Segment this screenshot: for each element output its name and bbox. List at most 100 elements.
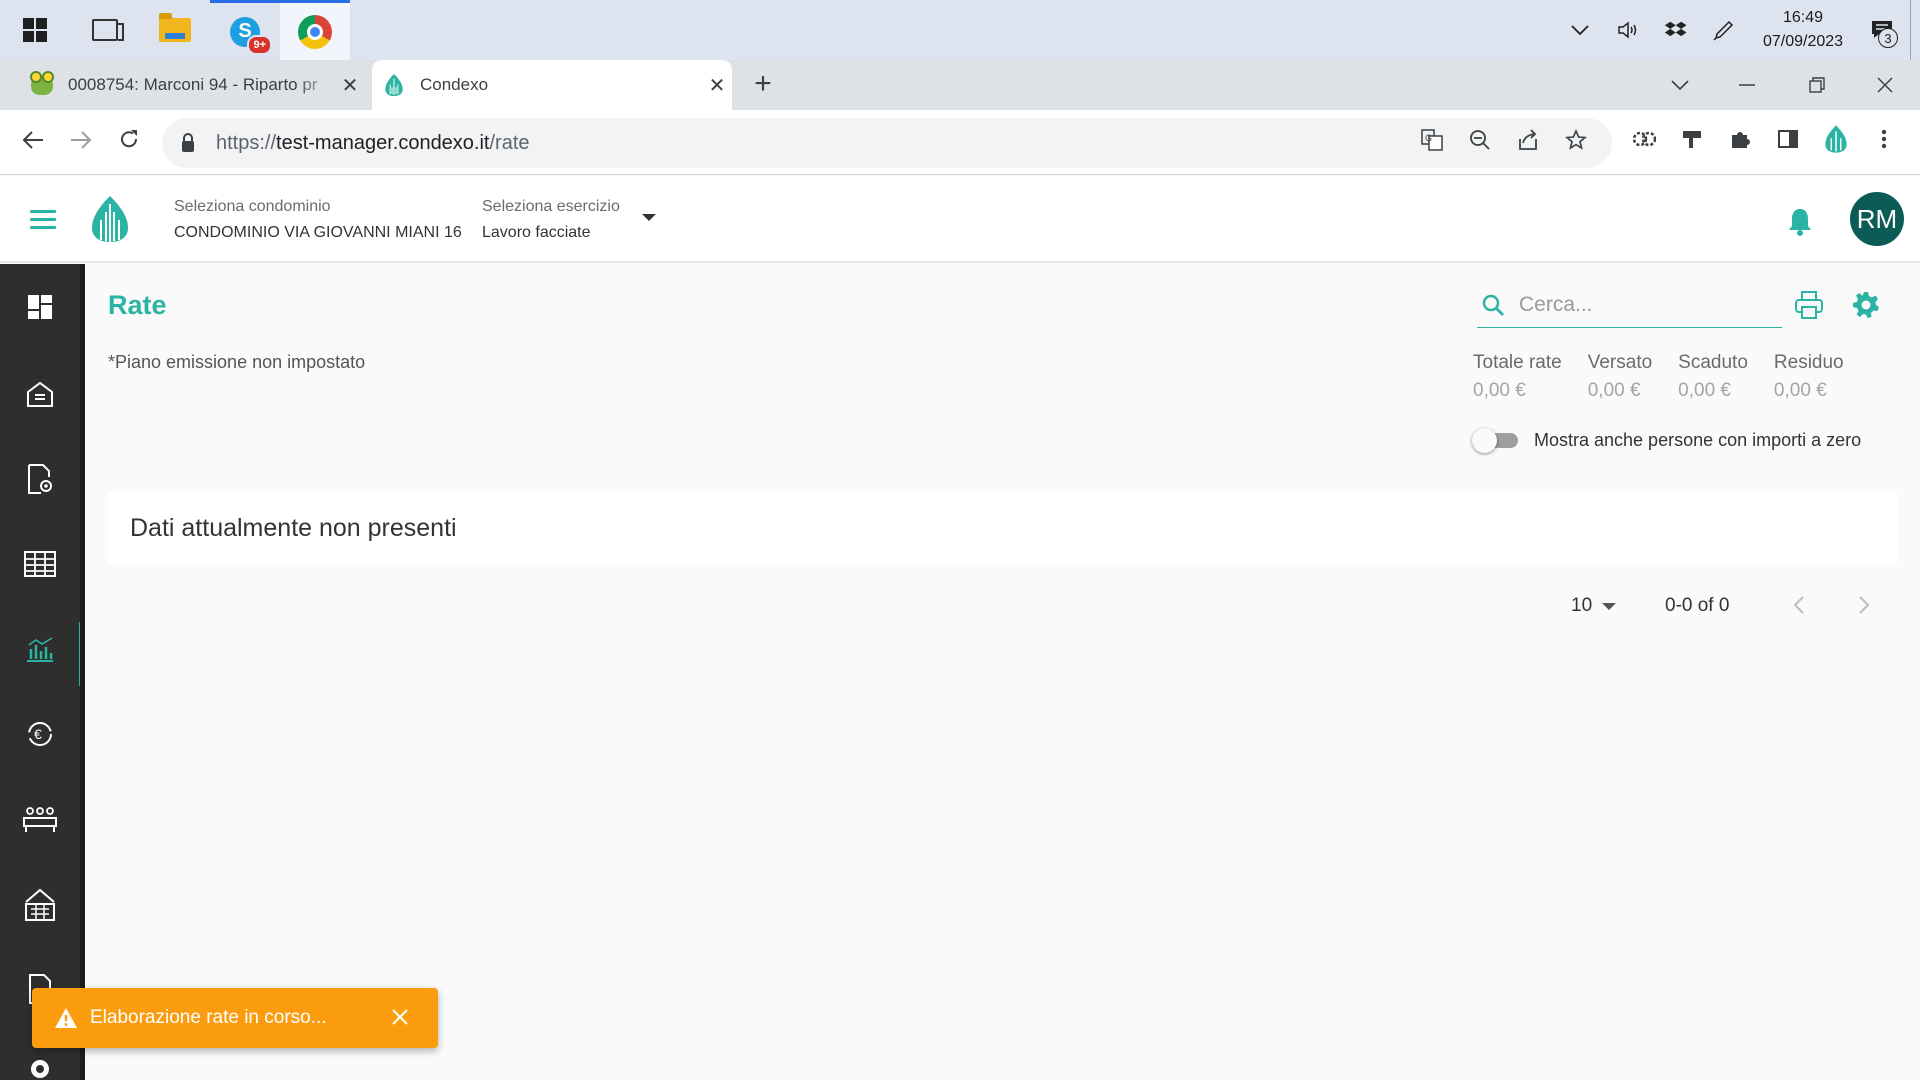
empty-message: Dati attualmente non presenti — [130, 513, 457, 542]
search-input[interactable] — [1519, 292, 1769, 317]
extension-tool-icon[interactable] — [1668, 128, 1716, 156]
warning-icon — [55, 1008, 77, 1028]
sidebar-item-rate[interactable] — [0, 614, 82, 686]
print-button[interactable] — [1792, 288, 1826, 322]
zero-amount-toggle[interactable] — [1472, 428, 1518, 453]
svg-text:€: € — [34, 726, 42, 742]
browser-tab-condexo[interactable]: Condexo ✕ — [372, 60, 732, 110]
bell-icon[interactable] — [1787, 206, 1813, 236]
esercizio-selector[interactable]: Seleziona esercizio Lavoro facciate — [482, 198, 620, 242]
total-residuo: Residuo 0,00 € — [1773, 352, 1844, 401]
notifications-button[interactable]: 3 — [1858, 0, 1906, 60]
restore-icon — [1809, 77, 1825, 93]
page-title: Rate — [108, 290, 167, 320]
task-view-icon — [92, 19, 124, 41]
side-panel-icon[interactable] — [1764, 128, 1812, 156]
pen-icon[interactable] — [1700, 0, 1748, 60]
condominio-selector[interactable]: Seleziona condominio CONDOMINIO VIA GIOV… — [174, 198, 462, 242]
next-page-button[interactable] — [1844, 586, 1884, 626]
start-button[interactable] — [0, 0, 70, 60]
extension-gear-icon[interactable] — [1620, 128, 1668, 156]
windows-icon — [23, 18, 47, 42]
skype-icon: S 9+ — [230, 16, 272, 55]
main-content: Rate *Piano emissione non impostato Tota… — [86, 264, 1920, 1080]
empty-state-card: Dati attualmente non presenti — [108, 492, 1898, 564]
chrome-button[interactable] — [280, 0, 350, 60]
extensions-puzzle-icon[interactable] — [1716, 128, 1764, 156]
chrome-menu-icon[interactable] — [1860, 128, 1908, 156]
sidebar-scrollbar[interactable] — [80, 264, 85, 1080]
settings-button[interactable] — [1849, 288, 1883, 322]
gear-icon — [31, 1060, 49, 1078]
system-tray: 16:49 07/09/2023 3 — [1556, 0, 1920, 60]
dropbox-icon[interactable] — [1652, 0, 1700, 60]
document-settings-icon — [28, 464, 52, 494]
new-tab-button[interactable]: + — [747, 69, 779, 101]
arrow-left-icon — [22, 131, 43, 149]
frog-favicon-icon — [30, 71, 54, 97]
translate-icon[interactable]: G — [1408, 129, 1456, 157]
snackbar-message: Elaborazione rate in corso... — [90, 1007, 327, 1028]
close-tab-icon[interactable]: ✕ — [335, 73, 365, 98]
close-snackbar-button[interactable] — [380, 1004, 420, 1032]
forward-button[interactable] — [64, 126, 98, 160]
show-desktop-button[interactable] — [1910, 0, 1920, 60]
tab-title: 0008754: Marconi 94 - Riparto pr — [68, 75, 318, 94]
tab-title: Condexo — [420, 75, 489, 94]
user-avatar[interactable]: RM — [1850, 192, 1904, 246]
folder-icon — [159, 13, 191, 42]
sidebar-item-pagamenti[interactable]: € — [0, 699, 80, 769]
clock-date: 07/09/2023 — [1762, 33, 1844, 50]
zoom-out-icon[interactable] — [1456, 129, 1504, 157]
windows-taskbar: S 9+ 16:49 07/09/2023 3 — [0, 0, 1920, 60]
total-scaduto: Scaduto 0,00 € — [1678, 352, 1748, 401]
sidebar-item-documenti[interactable] — [0, 444, 80, 514]
sidebar-item-condomini[interactable] — [0, 359, 80, 429]
meeting-icon — [23, 807, 57, 832]
sidebar-item-tabelle[interactable] — [0, 529, 80, 599]
speaker-icon[interactable] — [1604, 0, 1652, 60]
sidebar-item-assemblee[interactable] — [0, 784, 80, 854]
chevron-left-icon — [1793, 596, 1804, 614]
back-button[interactable] — [16, 126, 50, 160]
total-rate: Totale rate 0,00 € — [1473, 352, 1562, 401]
system-clock[interactable]: 16:49 07/09/2023 — [1748, 6, 1858, 54]
search-icon — [1482, 294, 1504, 316]
file-explorer-button[interactable] — [140, 0, 210, 60]
browser-tab-mantis[interactable]: 0008754: Marconi 94 - Riparto pr ✕ — [20, 60, 365, 110]
printer-icon — [1795, 291, 1823, 319]
address-bar[interactable]: https://test-manager.condexo.it/rate G — [162, 118, 1612, 168]
page-size-select[interactable]: 10 — [1571, 586, 1617, 626]
condexo-logo — [88, 194, 132, 244]
prev-page-button[interactable] — [1779, 586, 1819, 626]
totals-summary: Totale rate 0,00 € Versato 0,00 € Scadut… — [1473, 352, 1870, 402]
chart-bars-icon — [27, 637, 53, 662]
tab-search-button[interactable] — [1645, 60, 1715, 110]
esercizio-value: Lavoro facciate — [482, 224, 591, 241]
restore-button[interactable] — [1782, 60, 1852, 110]
close-window-button[interactable] — [1850, 60, 1920, 110]
skype-button[interactable]: S 9+ — [210, 0, 280, 60]
chevron-up-icon[interactable] — [1556, 0, 1604, 60]
page-size-value: 10 — [1571, 595, 1593, 616]
minimize-button[interactable] — [1712, 60, 1782, 110]
sidebar-item-dashboard[interactable] — [0, 272, 80, 342]
profile-condexo-icon[interactable] — [1812, 124, 1860, 160]
calculator-house-icon — [25, 888, 55, 921]
url-text: https://test-manager.condexo.it/rate — [216, 131, 530, 154]
dashboard-icon — [28, 295, 52, 319]
chevron-right-icon — [1859, 596, 1870, 614]
share-icon[interactable] — [1504, 129, 1552, 157]
sidebar-item-fornitori[interactable] — [0, 869, 80, 939]
caret-down-icon[interactable] — [642, 214, 656, 221]
notification-count: 3 — [1878, 28, 1898, 48]
svg-text:G: G — [1425, 133, 1432, 143]
menu-icon[interactable] — [30, 210, 56, 234]
search-field[interactable] — [1477, 282, 1782, 328]
reload-button[interactable] — [112, 126, 146, 160]
building-icon — [27, 381, 53, 407]
browser-toolbar: https://test-manager.condexo.it/rate G — [0, 110, 1920, 175]
task-view-button[interactable] — [70, 0, 140, 60]
close-tab-icon[interactable]: ✕ — [702, 73, 732, 98]
bookmark-star-icon[interactable] — [1552, 128, 1600, 157]
